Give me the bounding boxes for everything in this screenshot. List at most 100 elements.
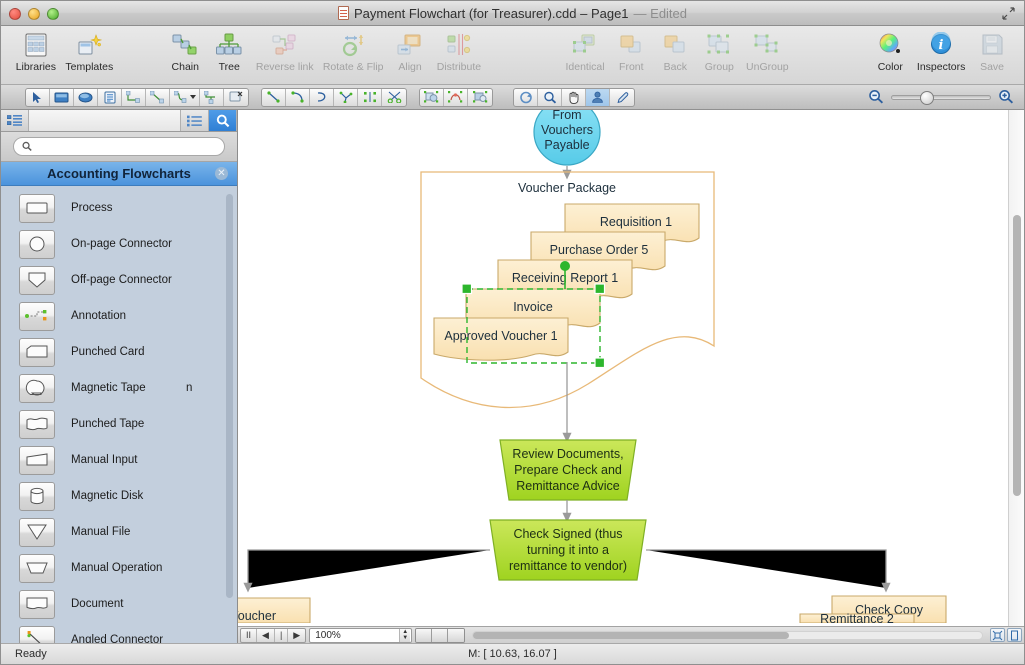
mirror-tool[interactable]	[358, 88, 382, 106]
node-approved-voucher[interactable]: Approved Voucher 1	[433, 317, 569, 361]
node-bottom-left-voucher[interactable]: d Voucher	[238, 597, 311, 623]
toolbar-button-save[interactable]: Save	[970, 30, 1014, 82]
node-review-documents[interactable]: Review Documents, Prepare Check and Remi…	[499, 439, 637, 501]
delete-connector-tool[interactable]	[224, 89, 248, 106]
close-window-button[interactable]	[9, 8, 21, 20]
list-item-label: Process	[71, 202, 113, 214]
subtract-tool[interactable]	[468, 89, 492, 106]
smart-connector-tool[interactable]	[122, 88, 146, 106]
selection-handle[interactable]	[461, 283, 473, 295]
page-pause-button[interactable]: II	[241, 628, 258, 642]
toolbar-button-libraries[interactable]: Libraries	[11, 30, 61, 82]
canvas-vertical-scroll-thumb[interactable]	[1013, 215, 1021, 496]
library-tree-icon[interactable]	[1, 110, 29, 131]
toolbar-button-tree[interactable]: Tree	[207, 30, 251, 82]
list-item[interactable]: Angled Connector	[1, 622, 237, 643]
direct-connector-tool[interactable]	[146, 88, 170, 106]
zoom-in-icon[interactable]	[998, 89, 1014, 105]
sidebar-scrollbar-thumb[interactable]	[226, 194, 233, 598]
intersect-tool[interactable]	[444, 88, 468, 106]
library-search-icon[interactable]	[209, 110, 237, 131]
canvas-viewport[interactable]: From Vouchers Payable Voucher Package Re…	[238, 110, 1008, 626]
list-item[interactable]: Manual File	[1, 514, 237, 550]
toolbar-button-rotate-flip[interactable]: Rotate & Flip	[318, 30, 388, 82]
curved-connector-tool[interactable]	[170, 88, 200, 106]
list-item[interactable]: Off-page Connector	[1, 262, 237, 298]
page-setup-icon[interactable]	[1007, 628, 1022, 642]
list-item[interactable]: Punched Tape	[1, 406, 237, 442]
toolbar-button-front[interactable]: Front	[609, 30, 653, 82]
toolbar-button-inspectors[interactable]: i Inspectors	[912, 30, 970, 82]
zoom-slider-knob[interactable]	[920, 90, 934, 105]
hand-tool[interactable]	[562, 88, 586, 106]
list-item[interactable]: Manual Input	[1, 442, 237, 478]
library-list-icon[interactable]	[181, 110, 209, 131]
toolbar-button-reverse-link[interactable]: Reverse link	[251, 30, 318, 82]
node-source[interactable]: From Vouchers Payable	[533, 110, 601, 166]
scissors-tool[interactable]	[382, 89, 406, 106]
zoom-out-icon[interactable]	[868, 89, 884, 105]
page-prev-button[interactable]: ◀	[257, 628, 275, 642]
node-remittance[interactable]: Remittance 2	[799, 612, 915, 623]
union-tool[interactable]	[420, 88, 444, 106]
view-mode-1-button[interactable]	[416, 628, 433, 642]
connector-check-to-copy[interactable]	[646, 549, 891, 593]
list-item[interactable]: On-page Connector	[1, 226, 237, 262]
toolbar-button-group[interactable]: Group	[697, 30, 741, 82]
tree-connector-tool[interactable]	[200, 88, 224, 106]
pointer-tool[interactable]	[26, 88, 50, 106]
list-item[interactable]: Process	[1, 190, 237, 226]
toolbar-button-align[interactable]: Align	[388, 30, 432, 82]
selection-handle[interactable]	[594, 357, 606, 369]
rotate-tool[interactable]	[514, 88, 538, 106]
connector-check-to-voucher[interactable]	[243, 549, 490, 593]
list-item[interactable]: Magnetic Tape n	[1, 370, 237, 406]
toolbar-button-back[interactable]: Back	[653, 30, 697, 82]
text-tool[interactable]	[98, 88, 122, 106]
list-item[interactable]: Punched Card	[1, 334, 237, 370]
node-check-signed[interactable]: Check Signed (thus turning it into a rem…	[489, 519, 647, 581]
rectangle-tool[interactable]	[50, 88, 74, 106]
zoom-level-field[interactable]: 100% ▲ ▼	[309, 627, 413, 643]
list-item[interactable]: Document	[1, 586, 237, 622]
polyline-tool[interactable]	[334, 88, 358, 106]
toolbar-button-ungroup[interactable]: UnGroup	[741, 30, 793, 82]
diagram-canvas[interactable]: From Vouchers Payable Voucher Package Re…	[238, 110, 1024, 643]
toolbar-button-identical[interactable]: Identical	[561, 30, 610, 82]
zoom-slider[interactable]	[891, 90, 991, 105]
rotation-handle[interactable]	[560, 261, 570, 271]
canvas-horizontal-scroll-thumb[interactable]	[473, 631, 789, 639]
view-mode-3-button[interactable]	[448, 628, 465, 642]
zoom-window-button[interactable]	[47, 8, 59, 20]
view-mode-2-button[interactable]	[432, 628, 449, 642]
toolbar-button-color[interactable]: Color	[868, 30, 912, 82]
page-navigator[interactable]: II ◀ | ▶	[240, 627, 307, 643]
toolbar-button-templates[interactable]: Templates	[61, 30, 118, 82]
toolbar-button-distribute[interactable]: Distribute	[432, 30, 486, 82]
view-mode-group[interactable]	[415, 627, 466, 643]
arc-tool[interactable]	[286, 88, 310, 106]
close-icon[interactable]: ✕	[215, 167, 228, 180]
list-item[interactable]: Magnetic Disk	[1, 478, 237, 514]
zoom-stepper[interactable]: ▲ ▼	[399, 628, 411, 642]
shape-list[interactable]: Process On-page Connector Off-page Conne…	[1, 186, 237, 643]
bezier-tool[interactable]	[310, 88, 334, 106]
stamp-tool[interactable]	[586, 88, 610, 106]
fit-page-icon[interactable]	[990, 628, 1005, 642]
flowchart-drawing[interactable]: From Vouchers Payable Voucher Package Re…	[238, 110, 1008, 623]
line-tool[interactable]	[262, 88, 286, 106]
eyedropper-tool[interactable]	[610, 89, 634, 106]
search-input[interactable]	[37, 140, 216, 153]
selection-handle[interactable]	[594, 283, 606, 295]
toolbar-button-chain[interactable]: Chain	[163, 30, 207, 82]
canvas-horizontal-scrollbar[interactable]	[472, 630, 983, 640]
minimize-window-button[interactable]	[28, 8, 40, 20]
ellipse-tool[interactable]	[74, 88, 98, 106]
canvas-vertical-scrollbar[interactable]	[1008, 110, 1024, 626]
search-field[interactable]	[13, 137, 225, 156]
list-item[interactable]: Annotation	[1, 298, 237, 334]
magnifier-tool[interactable]	[538, 88, 562, 106]
page-next-button[interactable]: ▶	[288, 629, 305, 642]
list-item[interactable]: Manual Operation	[1, 550, 237, 586]
fullscreen-icon[interactable]	[1002, 7, 1015, 20]
